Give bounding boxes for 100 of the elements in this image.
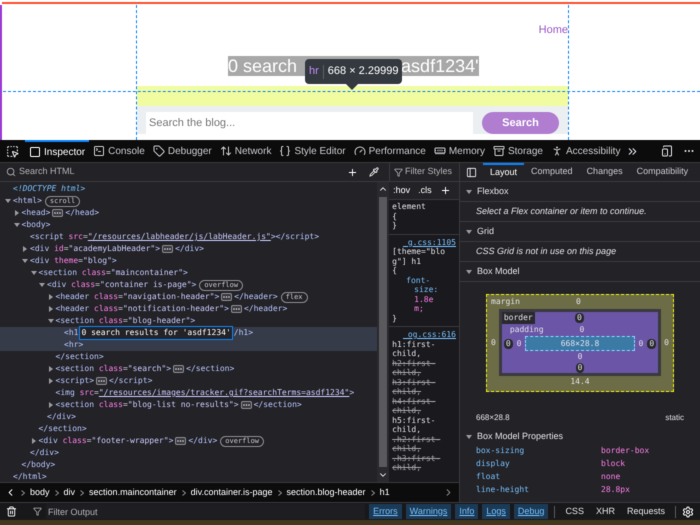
- stylesheet-link[interactable]: _og.css:616: [392, 330, 456, 340]
- devtools-tab[interactable]: Style Editor: [275, 140, 350, 162]
- box-value[interactable]: 0: [579, 325, 584, 335]
- section-header[interactable]: Box Model Properties: [460, 430, 700, 444]
- tag-markup[interactable]: </div>: [175, 243, 204, 255]
- request-type-toggle[interactable]: CSS: [561, 504, 588, 519]
- devtools-tab[interactable]: Storage: [488, 140, 547, 162]
- ellipsis-button[interactable]: [96, 377, 108, 385]
- tag-markup[interactable]: /h1>: [234, 327, 254, 339]
- devtools-tab[interactable]: Inspector: [25, 140, 90, 162]
- tag-markup[interactable]: <hr>: [64, 339, 84, 351]
- log-level-toggle[interactable]: Warnings: [406, 504, 452, 519]
- sidebar-tab[interactable]: Compatibility: [630, 162, 696, 182]
- expanded-arrow-icon[interactable]: [48, 318, 54, 324]
- box-value[interactable]: 0: [576, 297, 581, 307]
- tag-markup[interactable]: </section>: [38, 423, 87, 435]
- expanded-arrow-icon[interactable]: [466, 268, 472, 274]
- responsive-view-icon[interactable]: [661, 145, 673, 157]
- tag-markup[interactable]: </div>: [188, 435, 218, 447]
- tag-markup[interactable]: </section>: [56, 351, 104, 363]
- stylesheet-link[interactable]: _g.css:1105: [392, 238, 456, 247]
- sidebar-tab[interactable]: Computed: [524, 162, 580, 182]
- ellipsis-button[interactable]: [52, 209, 64, 217]
- collapsed-arrow-icon[interactable]: [14, 210, 20, 216]
- text-edit-field[interactable]: 0 search results for 'asdf1234': [79, 326, 233, 340]
- breadcrumb-item[interactable]: section.blog-header: [286, 486, 366, 500]
- tag-markup[interactable]: </div>: [47, 411, 76, 423]
- tag-markup[interactable]: <div class="footer-wrapper">: [38, 435, 174, 447]
- tag-markup[interactable]: <div class="container is-page">: [47, 279, 196, 291]
- tag-markup[interactable]: <script>: [56, 375, 94, 387]
- ellipsis-button[interactable]: [175, 437, 186, 445]
- box-value[interactable]: 0: [504, 338, 513, 348]
- breadcrumb-item[interactable]: h1: [380, 486, 390, 500]
- ellipsis-button[interactable]: [221, 293, 232, 301]
- collapsed-arrow-icon[interactable]: [22, 246, 28, 252]
- section-header[interactable]: Grid: [460, 222, 700, 242]
- tag-markup[interactable]: <header class="notification-header">: [56, 303, 229, 315]
- log-level-toggle[interactable]: Logs: [482, 504, 510, 519]
- tag-markup[interactable]: </header>: [244, 303, 288, 315]
- box-value[interactable]: 0: [647, 338, 656, 348]
- devtools-tab[interactable]: Network: [216, 140, 276, 162]
- expanded-arrow-icon[interactable]: [5, 198, 11, 204]
- tag-markup[interactable]: </div>: [30, 447, 59, 459]
- tag-markup[interactable]: <img src="/resources/images/tracker.gif?searchTerms=asdf1234">: [56, 387, 354, 399]
- box-value[interactable]: 0: [575, 313, 584, 323]
- ellipsis-button[interactable]: [173, 365, 184, 373]
- tag-markup[interactable]: <html>: [13, 195, 42, 207]
- pseudo-toggle[interactable]: :hov: [393, 184, 410, 198]
- tag-markup[interactable]: </header>: [234, 291, 278, 303]
- tag-markup[interactable]: <h1: [64, 327, 78, 339]
- scrollbar[interactable]: [377, 182, 390, 482]
- tag-markup[interactable]: </head>: [65, 207, 100, 219]
- tag-markup[interactable]: </html>: [13, 471, 47, 482]
- expanded-arrow-icon[interactable]: [14, 222, 20, 228]
- eyedropper-icon[interactable]: [369, 167, 379, 177]
- section-header[interactable]: Flexbox: [460, 182, 700, 202]
- box-value[interactable]: 0: [664, 338, 669, 348]
- doctype-node[interactable]: <!DOCTYPE html>: [13, 183, 86, 195]
- filter-styles-field[interactable]: Filter Styles: [390, 163, 459, 181]
- devtools-tab[interactable]: Debugger: [148, 140, 216, 162]
- ellipsis-button[interactable]: [240, 401, 252, 409]
- expanded-arrow-icon[interactable]: [466, 188, 472, 194]
- search-field[interactable]: Search the blog...: [146, 112, 473, 134]
- tag-markup[interactable]: <div id="academyLabHeader">: [30, 243, 160, 255]
- sidebar-tab[interactable]: Layout: [483, 162, 524, 182]
- log-level-toggle[interactable]: Debug: [514, 504, 548, 519]
- home-link[interactable]: Home: [538, 24, 568, 37]
- pseudo-toggle[interactable]: .cls: [418, 184, 432, 198]
- tag-markup[interactable]: <section class="maincontainer">: [38, 267, 188, 279]
- expanded-arrow-icon[interactable]: [466, 228, 472, 234]
- devtools-tab[interactable]: Memory: [430, 140, 489, 162]
- collapsed-arrow-icon[interactable]: [48, 402, 54, 408]
- box-value[interactable]: 14.4: [570, 377, 590, 387]
- breadcrumb-item[interactable]: body: [30, 486, 50, 500]
- tag-markup[interactable]: <div theme="blog">: [30, 255, 117, 267]
- request-type-toggle[interactable]: XHR: [592, 504, 619, 519]
- devtools-tab[interactable]: Accessibility: [547, 140, 624, 162]
- box-value[interactable]: 0: [491, 338, 496, 348]
- breadcrumb-item[interactable]: section.maincontainer: [89, 486, 177, 500]
- log-level-toggle[interactable]: Errors: [369, 504, 402, 519]
- tag-markup[interactable]: <section class="search">: [56, 363, 172, 375]
- ellipsis-button[interactable]: [162, 245, 174, 253]
- tag-markup[interactable]: <section class="blog-list no-results">: [56, 399, 239, 411]
- tag-markup[interactable]: </body>: [22, 459, 56, 471]
- add-rule-icon[interactable]: [440, 185, 451, 196]
- settings-icon[interactable]: [682, 506, 694, 518]
- devtools-tab[interactable]: Console: [89, 140, 149, 162]
- box-value[interactable]: 0: [576, 363, 584, 373]
- tag-markup[interactable]: <body>: [22, 219, 50, 231]
- panel-toggle-icon[interactable]: [466, 166, 477, 178]
- log-level-toggle[interactable]: Info: [455, 504, 478, 519]
- collapsed-arrow-icon[interactable]: [30, 438, 36, 444]
- filter-output-field[interactable]: Filter Output: [46, 504, 366, 519]
- breadcrumb-item[interactable]: div.container.is-page: [190, 486, 272, 500]
- request-type-toggle[interactable]: Requests: [622, 504, 669, 519]
- section-header[interactable]: Box Model: [460, 262, 700, 282]
- tag-markup[interactable]: </section>: [186, 363, 234, 375]
- tag-markup[interactable]: <section class="blog-header">: [56, 315, 196, 327]
- tag-markup[interactable]: </script>: [276, 231, 320, 243]
- box-value[interactable]: 0: [516, 338, 522, 348]
